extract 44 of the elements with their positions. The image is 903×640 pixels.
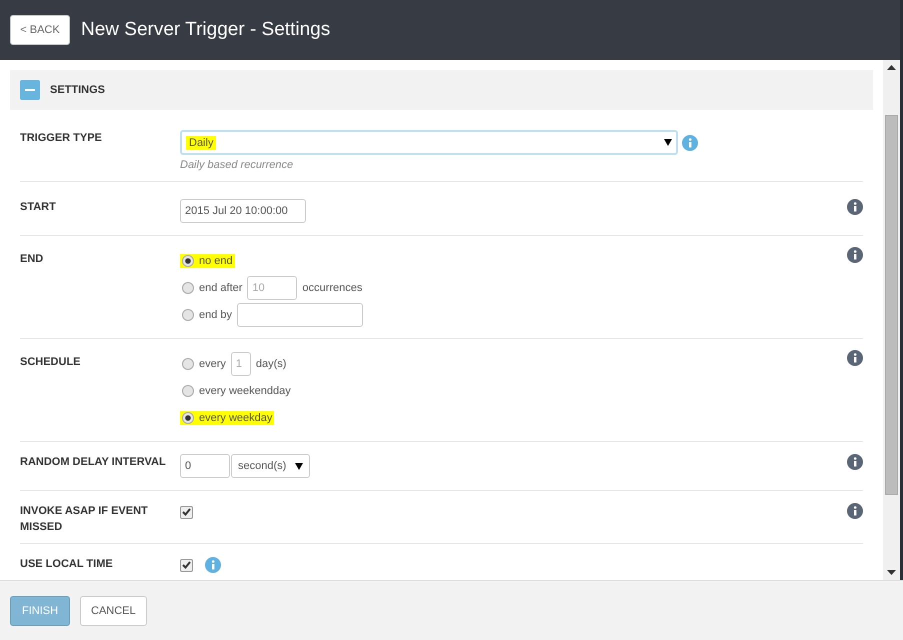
option-label: occurrences (302, 282, 362, 294)
unit-select[interactable]: second(s) (231, 454, 310, 478)
checkbox[interactable] (180, 558, 193, 572)
info-icon[interactable] (847, 247, 863, 263)
caret-icon (664, 139, 672, 146)
field-label: RANDOM DELAY INTERVAL (20, 455, 167, 470)
info-icon[interactable] (847, 350, 863, 366)
start-date-field[interactable]: 2015 Jul 20 10:00:00 (180, 199, 306, 223)
radio-button[interactable] (182, 282, 194, 294)
option-label: every weekday (199, 412, 272, 424)
field-label: TRIGGER TYPE (20, 131, 103, 146)
input-field[interactable] (237, 302, 364, 326)
delay-field[interactable]: 0 (180, 454, 230, 478)
option-label: day(s) (256, 358, 286, 370)
info-icon[interactable] (847, 503, 863, 519)
option-label: end by (199, 308, 232, 320)
info-icon[interactable] (847, 199, 863, 215)
input-field[interactable]: 1 (230, 352, 251, 376)
radio-button[interactable] (182, 412, 194, 424)
scroll-down-icon[interactable] (887, 570, 896, 575)
info-icon[interactable] (847, 454, 863, 470)
radio-button[interactable] (182, 254, 194, 266)
hint-text: Daily based recurrence (180, 159, 294, 171)
radio-button[interactable] (182, 308, 194, 320)
field-label: END (20, 252, 44, 267)
section-title: SETTINGS (50, 84, 106, 96)
field-label: INVOKE ASAP IF EVENT MISSED (20, 504, 149, 535)
input-field[interactable]: 10 (247, 276, 298, 300)
option-label: every (199, 358, 226, 370)
trigger-type-select[interactable]: Daily (180, 130, 678, 155)
option-label: no end (199, 254, 233, 266)
field-label: SCHEDULE (20, 355, 82, 370)
scroll-up-icon[interactable] (887, 65, 896, 70)
field-label: START (20, 200, 57, 215)
radio-button[interactable] (182, 358, 194, 370)
cancel-button[interactable]: CANCEL (80, 596, 147, 626)
page-title: New Server Trigger - Settings (81, 19, 330, 41)
back-button[interactable]: < BACK (10, 15, 70, 45)
caret-icon (295, 462, 303, 470)
option-label: every weekendday (199, 384, 291, 396)
radio-button[interactable] (182, 384, 194, 396)
option-label: end after (199, 282, 242, 294)
checkbox[interactable] (180, 506, 193, 518)
field-label: USE LOCAL TIME (20, 557, 114, 572)
